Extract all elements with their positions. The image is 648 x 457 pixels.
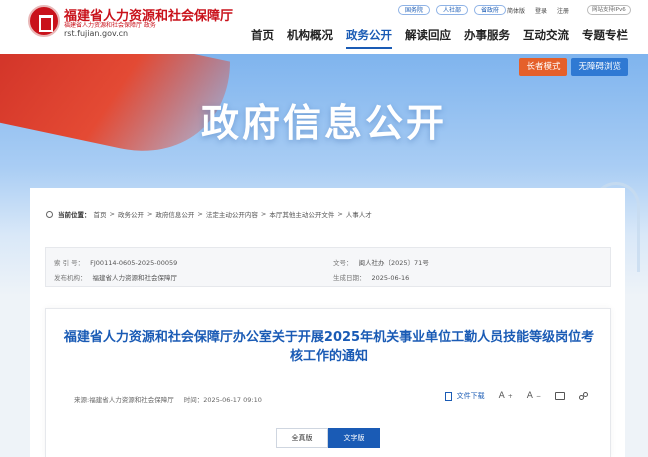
document-icon [444, 391, 452, 401]
meta-org: 发布机构： 福建省人力资源和社会保障厅 [54, 272, 177, 282]
simplified-link[interactable]: 简体版 [507, 6, 525, 15]
main-nav: 首页 机构概况 政务公开 解读回应 办事服务 互动交流 专题专栏 [251, 27, 628, 49]
link-state-council[interactable]: 国务院 [398, 5, 431, 15]
accessible-mode-button[interactable]: 无障碍浏览 [571, 58, 628, 76]
link-mohrss[interactable]: 人社部 [436, 5, 469, 15]
utility-links: 简体版 登录 注册 [507, 6, 569, 15]
ipv6-badge: 网站支持IPv6 [587, 5, 631, 15]
nav-services[interactable]: 办事服务 [464, 27, 510, 43]
breadcrumb-gov-affairs[interactable]: 政务公开 [118, 209, 144, 219]
meta-doc-number: 文号： 闽人社办〔2025〕71号 [333, 257, 429, 267]
version-tabs: 全真版 文字版 [276, 428, 380, 448]
meta-doc-key: 文号： [333, 259, 353, 267]
text-version-tab[interactable]: 文字版 [328, 428, 380, 448]
meta-index-value: FJ00114-0605-2025-00059 [90, 259, 178, 267]
mode-buttons: 长者模式 无障碍浏览 [519, 58, 628, 76]
share-button[interactable] [579, 391, 588, 401]
file-download-label: 文件下载 [456, 392, 485, 400]
meta-org-key: 发布机构： [54, 274, 87, 282]
breadcrumb-statutory[interactable]: 法定主动公开内容 [206, 209, 258, 219]
breadcrumb-home[interactable]: 首页 [94, 209, 107, 219]
breadcrumb: 当前位置： 首页 > 政务公开 > 政府信息公开 > 法定主动公开内容 > 本厅… [46, 209, 372, 219]
font-decrease-button[interactable]: A − [527, 391, 541, 401]
breadcrumb-sep: > [260, 210, 267, 218]
breadcrumb-sep: > [197, 210, 203, 218]
article-title: 福建省人力资源和社会保障厅办公室关于开展2025年机关事业单位工勤人员技能等级岗… [63, 330, 595, 364]
breadcrumb-personnel[interactable]: 人事人才 [346, 209, 372, 219]
nav-gov-affairs[interactable]: 政务公开 [346, 27, 392, 49]
top-links: 国务院 人社部 省政府 [398, 5, 507, 15]
meta-index: 索 引 号： FJ00114-0605-2025-00059 [54, 257, 177, 267]
breadcrumb-label: 当前位置： [58, 211, 91, 219]
print-button[interactable] [555, 392, 565, 400]
document-meta: 索 引 号： FJ00114-0605-2025-00059 文号： 闽人社办〔20… [45, 247, 611, 287]
site-header: 福建省人力资源和社会保障厅 福建省人力资源和社会保障厅 政务 rst.fujia… [0, 0, 648, 54]
article-tools: 文件下载 A + A − [444, 391, 588, 401]
emblem-icon[interactable] [28, 5, 60, 37]
full-version-tab[interactable]: 全真版 [276, 428, 328, 448]
meta-org-value: 福建省人力资源和社会保障厅 [92, 274, 178, 282]
link-province-gov[interactable]: 省政府 [474, 5, 507, 15]
breadcrumb-other-files[interactable]: 本厅其他主动公开文件 [269, 209, 334, 219]
meta-date: 生成日期： 2025-06-16 [333, 272, 409, 282]
nav-interaction[interactable]: 互动交流 [523, 27, 569, 43]
article: 福建省人力资源和社会保障厅办公室关于开展2025年机关事业单位工勤人员技能等级岗… [45, 308, 611, 457]
nav-home[interactable]: 首页 [251, 27, 274, 43]
font-decrease-label: A [526, 391, 533, 401]
font-increase-label: A [498, 391, 505, 401]
nav-interpretation[interactable]: 解读回应 [405, 27, 451, 43]
article-source: 来源:福建省人力资源和社会保障厅 [74, 396, 174, 404]
content-card: 当前位置： 首页 > 政务公开 > 政府信息公开 > 法定主动公开内容 > 本厅… [30, 188, 625, 457]
location-icon [46, 210, 53, 218]
breadcrumb-info-disclosure[interactable]: 政府信息公开 [155, 209, 194, 219]
breadcrumb-sep: > [337, 210, 343, 218]
article-info: 来源:福建省人力资源和社会保障厅 时间：2025-06-17 09:10 [74, 394, 262, 404]
meta-doc-value: 闽人社办〔2025〕71号 [358, 259, 429, 267]
site-subtitle: 福建省人力资源和社会保障厅 政务 [64, 22, 156, 29]
share-icon [579, 391, 588, 401]
elder-mode-button[interactable]: 长者模式 [519, 58, 568, 76]
file-download-button[interactable]: 文件下载 [444, 391, 485, 401]
breadcrumb-sep: > [146, 210, 153, 218]
login-link[interactable]: 登录 [535, 6, 547, 15]
print-icon [555, 392, 565, 400]
site-url: rst.fujian.gov.cn [64, 29, 129, 38]
register-link[interactable]: 注册 [557, 6, 569, 15]
nav-topics[interactable]: 专题专栏 [582, 27, 628, 43]
breadcrumb-sep: > [109, 210, 115, 218]
nav-org[interactable]: 机构概况 [287, 27, 333, 43]
banner-title: 政府信息公开 [200, 101, 447, 145]
meta-date-value: 2025-06-16 [371, 274, 410, 282]
article-time: 时间：2025-06-17 09:10 [183, 396, 262, 404]
meta-date-key: 生成日期： [333, 274, 366, 282]
font-increase-button[interactable]: A + [499, 391, 513, 401]
meta-index-key: 索 引 号： [54, 259, 85, 267]
